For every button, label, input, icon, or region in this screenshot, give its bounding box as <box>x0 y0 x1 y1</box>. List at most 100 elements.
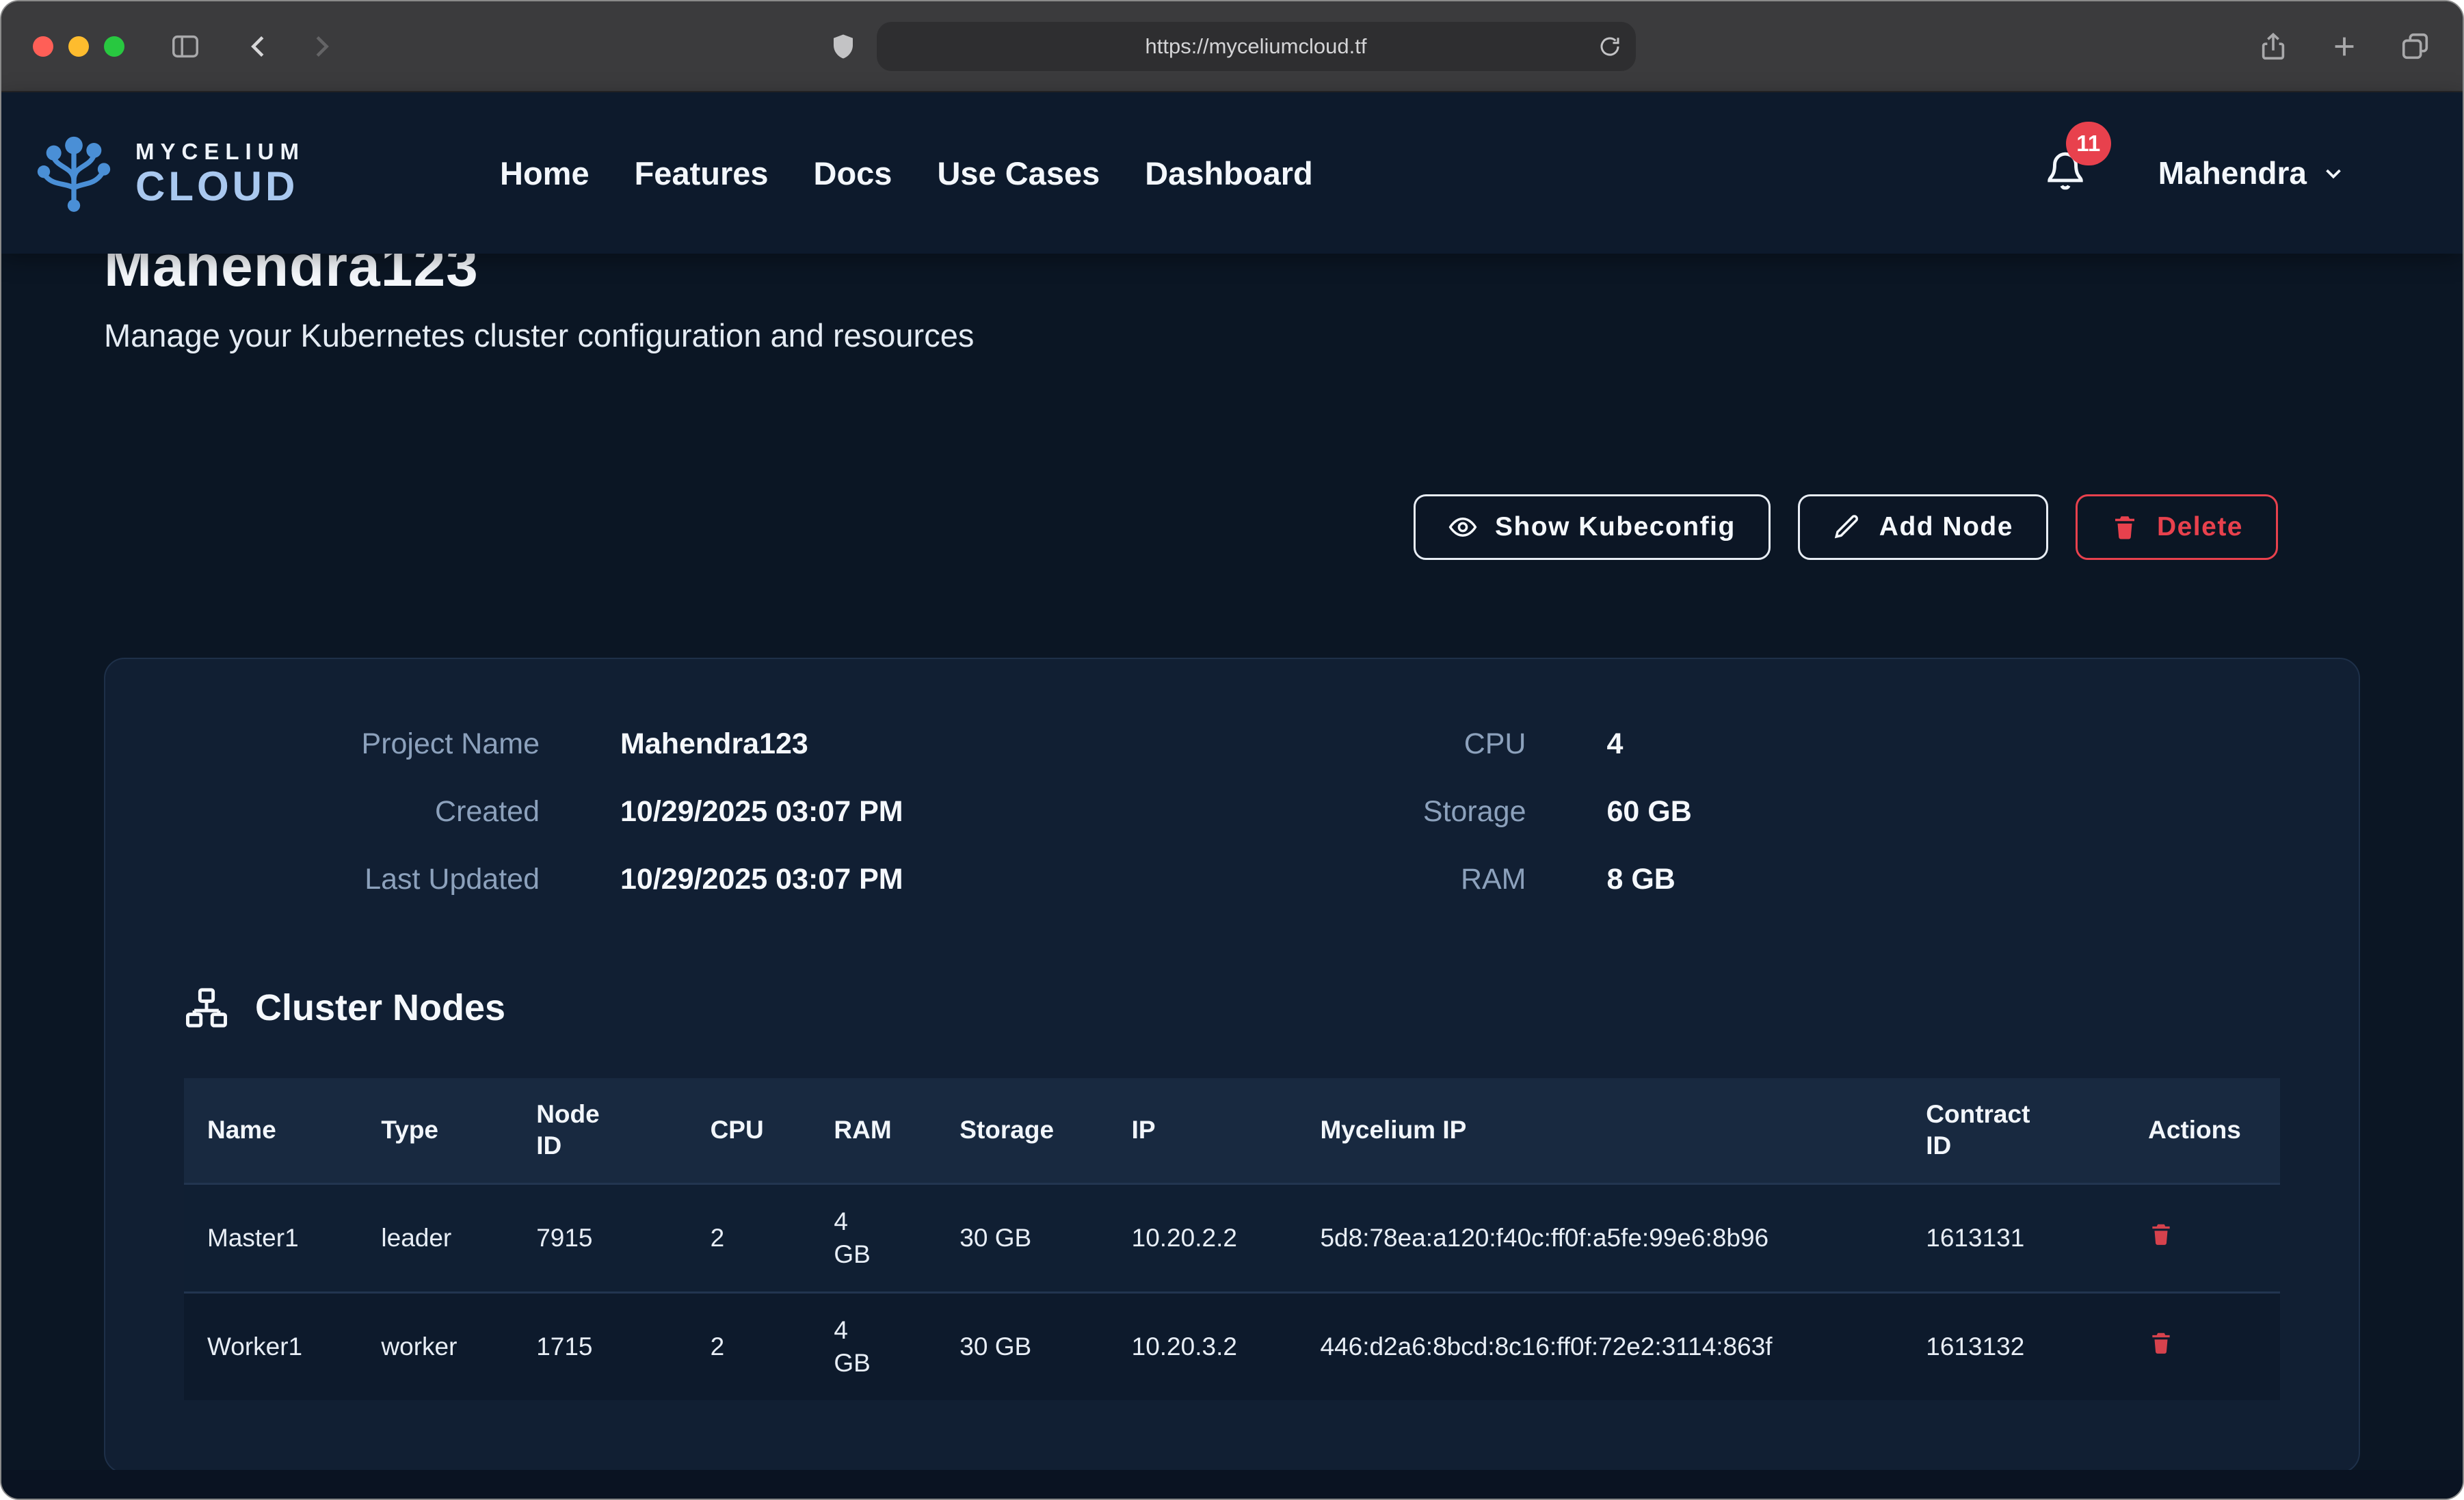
page-subtitle: Manage your Kubernetes cluster configura… <box>104 317 2360 354</box>
detail-value: 60 GB <box>1607 795 1692 829</box>
share-icon[interactable] <box>2257 31 2289 62</box>
chevron-down-icon <box>2320 160 2346 186</box>
url-field[interactable]: https://myceliumcloud.tf <box>877 22 1636 71</box>
forward-button[interactable] <box>305 31 336 62</box>
nav-item-features[interactable]: Features <box>635 155 769 192</box>
back-button[interactable] <box>243 31 275 62</box>
tabs-overview-icon[interactable] <box>2400 31 2431 62</box>
cell-mycelium-ip: 446:d2a6:8bcd:8c16:ff0f:72e2:3114:863f <box>1297 1292 1903 1400</box>
brand-line-mycelium: MYCELIUM <box>135 139 305 165</box>
col-type: Type <box>358 1078 513 1183</box>
show-kubeconfig-button[interactable]: Show Kubeconfig <box>1414 494 1771 560</box>
cell-cpu: 2 <box>687 1183 811 1292</box>
detail-row-created: Created 10/29/2025 03:07 PM <box>184 795 1232 829</box>
add-node-button[interactable]: Add Node <box>1798 494 2048 560</box>
zoom-window-button[interactable] <box>104 36 124 57</box>
chrome-right-icons <box>2257 31 2431 62</box>
traffic-lights <box>33 36 124 57</box>
notifications-button[interactable]: 11 <box>2044 150 2087 196</box>
details-left-column: Project Name Mahendra123 Created 10/29/2… <box>184 727 1232 896</box>
cell-storage: 30 GB <box>936 1183 1108 1292</box>
detail-value: Mahendra123 <box>620 727 808 761</box>
nav-item-use-cases[interactable]: Use Cases <box>937 155 1100 192</box>
detail-label: Last Updated <box>184 863 540 896</box>
cell-contract-id: 1613131 <box>1903 1183 2125 1292</box>
cell-type: leader <box>358 1183 513 1292</box>
detail-value: 10/29/2025 03:07 PM <box>620 863 903 896</box>
cell-name: Worker1 <box>184 1292 358 1400</box>
cluster-details-card: Project Name Mahendra123 Created 10/29/2… <box>104 658 2360 1473</box>
cluster-actions-toolbar: Show Kubeconfig Add Node Delete <box>104 494 2360 560</box>
col-storage: Storage <box>936 1078 1108 1183</box>
trash-icon <box>2148 1329 2174 1356</box>
cell-cpu: 2 <box>687 1292 811 1400</box>
page-footer <box>1 1470 2463 1499</box>
detail-label: Created <box>184 795 540 829</box>
brand-name: MYCELIUM CLOUD <box>135 139 305 208</box>
detail-value: 10/29/2025 03:07 PM <box>620 795 903 829</box>
col-cpu: CPU <box>687 1078 811 1183</box>
browser-chrome: https://myceliumcloud.tf <box>1 1 2463 92</box>
nav-item-docs[interactable]: Docs <box>814 155 892 192</box>
table-header-row: Name Type Node ID CPU RAM Storage IP Myc… <box>184 1078 2280 1183</box>
close-window-button[interactable] <box>33 36 53 57</box>
nav-item-home[interactable]: Home <box>500 155 589 192</box>
trash-icon <box>2110 513 2139 541</box>
cell-actions <box>2125 1183 2280 1292</box>
top-navigation: MYCELIUM CLOUD Home Features Docs Use Ca… <box>1 92 2463 254</box>
minimize-window-button[interactable] <box>68 36 89 57</box>
privacy-shield-icon[interactable] <box>829 31 858 62</box>
table-row: Master1 leader 7915 2 4 GB 30 GB 10.20.2… <box>184 1183 2280 1292</box>
cell-actions <box>2125 1292 2280 1400</box>
cell-node-id: 1715 <box>513 1292 687 1400</box>
col-name: Name <box>184 1078 358 1183</box>
col-ip: IP <box>1109 1078 1297 1183</box>
mycelium-logo-icon <box>29 133 119 213</box>
detail-row-storage: Storage 60 GB <box>1232 795 2281 829</box>
col-contract-id: Contract ID <box>1903 1078 2125 1183</box>
col-node-id: Node ID <box>513 1078 687 1183</box>
reload-icon[interactable] <box>1598 34 1622 59</box>
cell-node-id: 7915 <box>513 1183 687 1292</box>
browser-window: https://myceliumcloud.tf <box>0 0 2464 1500</box>
cell-ip: 10.20.2.2 <box>1109 1183 1297 1292</box>
show-kubeconfig-label: Show Kubeconfig <box>1495 512 1736 542</box>
brand-logo[interactable]: MYCELIUM CLOUD <box>29 133 305 213</box>
notification-badge: 11 <box>2066 122 2111 165</box>
nav-item-dashboard[interactable]: Dashboard <box>1145 155 1313 192</box>
detail-row-ram: RAM 8 GB <box>1232 863 2281 896</box>
nav-right: 11 Mahendra <box>2044 150 2346 196</box>
detail-value: 8 GB <box>1607 863 1675 896</box>
detail-row-project-name: Project Name Mahendra123 <box>184 727 1232 761</box>
delete-cluster-button[interactable]: Delete <box>2076 494 2278 560</box>
cell-storage: 30 GB <box>936 1292 1108 1400</box>
detail-label: Project Name <box>184 727 540 761</box>
title-clip: Mahendra123 <box>104 254 2360 293</box>
trash-icon <box>2148 1220 2174 1248</box>
sidebar-toggle-icon[interactable] <box>170 31 201 62</box>
nodes-table: Name Type Node ID CPU RAM Storage IP Myc… <box>184 1078 2280 1400</box>
cluster-nodes-heading: Cluster Nodes <box>255 987 505 1029</box>
cell-type: worker <box>358 1292 513 1400</box>
url-text: https://myceliumcloud.tf <box>1145 34 1367 59</box>
details-right-column: CPU 4 Storage 60 GB RAM 8 GB <box>1232 727 2281 896</box>
cell-mycelium-ip: 5d8:78ea:a120:f40c:ff0f:a5fe:99e6:8b96 <box>1297 1183 1903 1292</box>
user-menu[interactable]: Mahendra <box>2158 155 2346 191</box>
cell-ip: 10.20.3.2 <box>1109 1292 1297 1400</box>
detail-label: RAM <box>1232 863 1526 896</box>
new-tab-icon[interactable] <box>2329 31 2360 62</box>
cell-ram: 4 GB <box>810 1292 936 1400</box>
pencil-icon <box>1833 513 1862 541</box>
cluster-nodes-icon <box>184 985 229 1030</box>
cell-ram: 4 GB <box>810 1183 936 1292</box>
col-mycelium-ip: Mycelium IP <box>1297 1078 1903 1183</box>
user-name: Mahendra <box>2158 155 2307 191</box>
col-ram: RAM <box>810 1078 936 1183</box>
detail-label: Storage <box>1232 795 1526 829</box>
delete-node-button[interactable] <box>2148 1220 2174 1250</box>
delete-node-button[interactable] <box>2148 1329 2174 1358</box>
cluster-details: Project Name Mahendra123 Created 10/29/2… <box>184 727 2280 896</box>
page-title: Mahendra123 <box>104 254 2360 293</box>
detail-row-last-updated: Last Updated 10/29/2025 03:07 PM <box>184 863 1232 896</box>
detail-row-cpu: CPU 4 <box>1232 727 2281 761</box>
